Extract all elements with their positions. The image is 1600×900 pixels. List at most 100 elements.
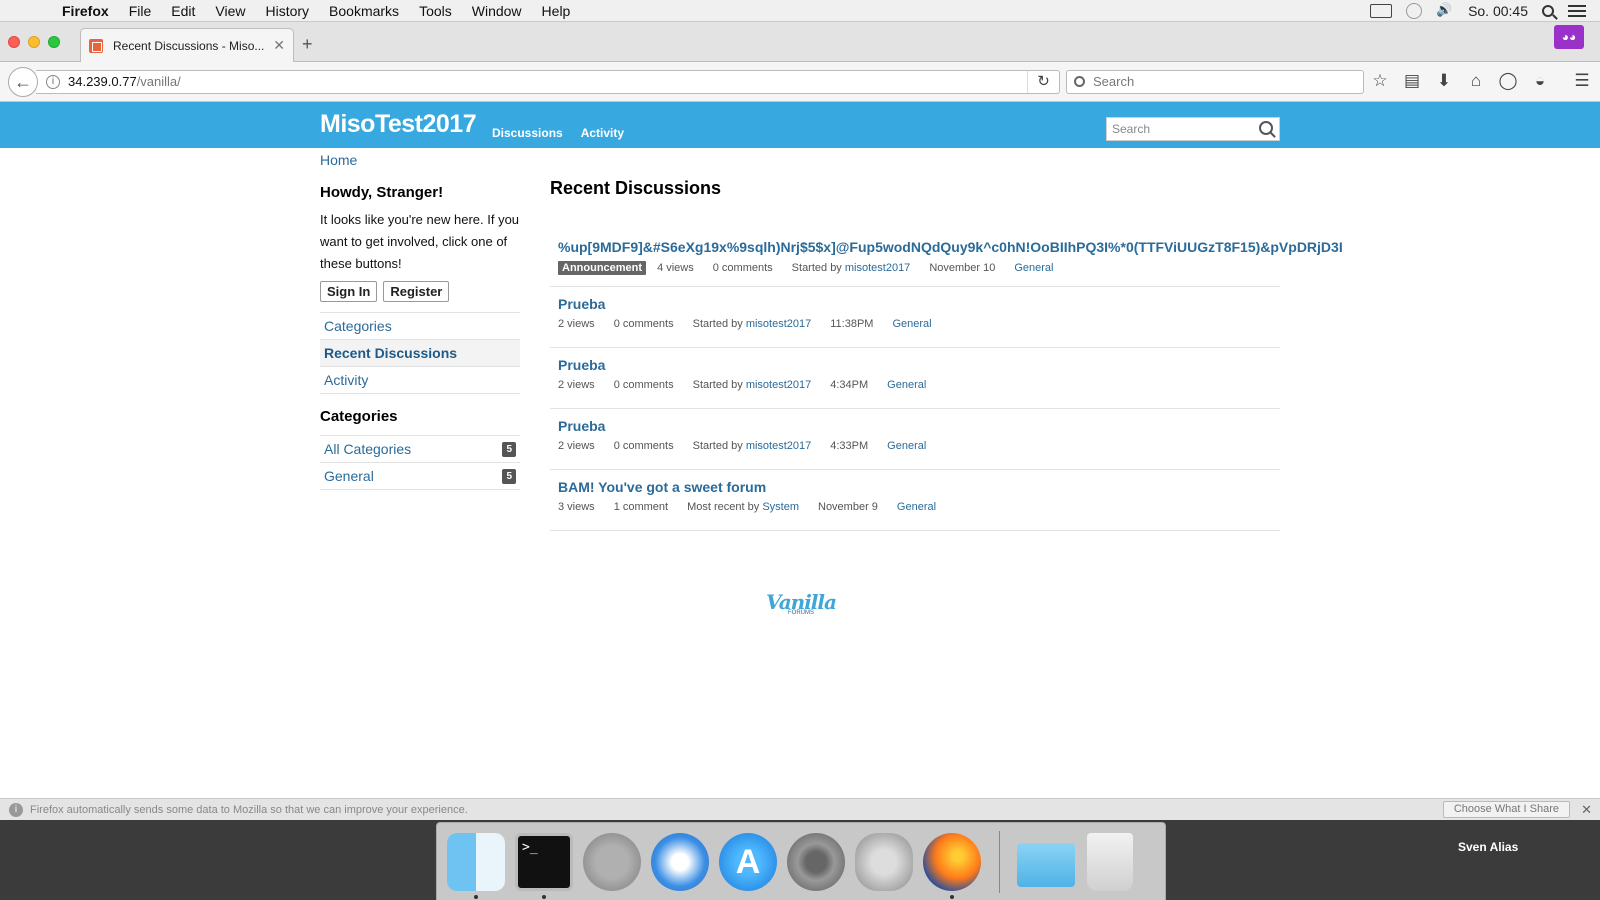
browser-navbar: i 34.239.0.77/vanilla/ ↻ ← Search ☆ ▤ ⬇ … [0,62,1600,102]
menubar-clock[interactable]: So. 00:45 [1468,3,1528,19]
launchpad-icon[interactable] [583,833,641,891]
browser-search-input[interactable]: Search [1066,70,1364,94]
discussion-title-link[interactable]: Prueba [558,409,1272,434]
data-reporting-notification: i Firefox automatically sends some data … [0,798,1600,820]
time-machine-icon[interactable] [1406,3,1423,19]
new-tab-button[interactable]: + [302,34,313,55]
spotlight-search-icon[interactable] [1542,5,1554,17]
sidebar-item-categories[interactable]: Categories [320,313,520,340]
window-minimize-button[interactable] [28,36,40,48]
category-link[interactable]: General [1014,262,1053,274]
vanilla-forums-logo[interactable]: Vanilla FORUMS [766,590,837,626]
site-info-icon[interactable]: i [46,75,60,89]
menu-edit[interactable]: Edit [161,3,205,19]
menu-file[interactable]: File [119,3,162,19]
window-zoom-button[interactable] [48,36,60,48]
menu-app-name[interactable]: Firefox [52,3,119,19]
menu-bookmarks[interactable]: Bookmarks [319,3,409,19]
tab-close-icon[interactable]: ✕ [273,37,285,54]
site-search-icon[interactable] [1259,121,1273,135]
discussion-title-link[interactable]: %up[9MDF9]&#S6eXg19x%9sqlh)Nrj$5$x]@Fup5… [558,239,1343,255]
category-count-badge: 5 [502,441,516,457]
browser-toolbar-icons: ☆ ▤ ⬇ ⌂ ◯ ◒ ☰ [1370,70,1592,92]
macos-menubar: Firefox File Edit View History Bookmarks… [0,0,1600,22]
category-link[interactable]: General [892,318,931,330]
menubar-status-area: So. 00:45 [1370,0,1600,22]
window-close-button[interactable] [8,36,20,48]
url-host: 34.239.0.77 [68,74,137,89]
page-title: Recent Discussions [550,178,722,198]
reading-list-icon[interactable]: ▤ [1402,70,1422,92]
site-search-input[interactable]: Search [1106,117,1280,141]
window-controls [8,36,60,48]
back-button[interactable]: ← [8,67,38,97]
sidebar-item-recent-discussions[interactable]: Recent Discussions [320,340,520,367]
category-all[interactable]: All Categories 5 [320,436,520,463]
discussion-date: November 10 [929,262,996,274]
notification-close-icon[interactable]: ✕ [1581,799,1592,821]
category-link[interactable]: General [887,440,926,452]
category-general[interactable]: General 5 [320,463,520,490]
nav-discussions[interactable]: Discussions [492,126,563,140]
site-title-link[interactable]: MisoTest2017 [320,110,477,139]
safari-icon[interactable] [651,833,709,891]
reload-icon[interactable]: ↻ [1027,71,1059,93]
author-link[interactable]: misotest2017 [746,379,811,391]
author-link[interactable]: misotest2017 [845,262,910,274]
sidebar: Howdy, Stranger! It looks like you're ne… [320,178,520,490]
bookmark-star-icon[interactable]: ☆ [1370,70,1390,92]
browser-tab-active[interactable]: Recent Discussions - Miso... ✕ [80,28,294,62]
firefox-icon[interactable] [923,833,981,891]
discussion-item: Prueba 2 views 0 comments Started by mis… [550,348,1280,409]
finder-icon[interactable] [447,833,505,891]
comment-count: 0 comments [613,440,674,452]
volume-icon[interactable] [1436,2,1454,18]
app-store-icon[interactable]: A [719,833,777,891]
sidebar-nav: Categories Recent Discussions Activity [320,312,520,394]
breadcrumb-home[interactable]: Home [320,152,357,168]
downloads-icon[interactable]: ⬇ [1434,70,1454,92]
discussion-date: 4:33PM [830,440,869,452]
menu-help[interactable]: Help [532,3,581,19]
nav-activity[interactable]: Activity [581,126,624,140]
category-link[interactable]: General [897,501,936,513]
sidebar-item-activity[interactable]: Activity [320,367,520,394]
started-by: Started by misotest2017 [692,318,812,330]
category-link[interactable]: General [887,379,926,391]
url-bar[interactable]: i 34.239.0.77/vanilla/ ↻ [36,70,1060,94]
home-icon[interactable]: ⌂ [1466,70,1486,92]
discussion-item: %up[9MDF9]&#S6eXg19x%9sqlh)Nrj$5$x]@Fup5… [550,239,1343,287]
started-by: Started by misotest2017 [791,262,911,274]
discussion-title-link[interactable]: Prueba [558,348,1272,373]
pocket-icon[interactable]: ◒ [1530,70,1550,92]
author-link[interactable]: System [762,501,799,513]
discussion-title-link[interactable]: BAM! You've got a sweet forum [558,470,1272,495]
folder-icon[interactable] [1017,843,1075,887]
terminal-icon[interactable]: >_ [515,833,573,891]
author-link[interactable]: misotest2017 [746,440,811,452]
view-count: 2 views [558,379,595,391]
chat-icon[interactable]: ◯ [1498,70,1518,92]
site-search-placeholder: Search [1112,122,1151,136]
hamburger-menu-icon[interactable]: ☰ [1572,70,1592,92]
author-link[interactable]: misotest2017 [746,318,811,330]
private-mask-icon[interactable]: ◕◕ [1554,25,1584,49]
started-by: Started by misotest2017 [692,440,812,452]
display-mirroring-icon[interactable] [1370,4,1393,18]
info-icon: i [9,803,23,817]
menu-history[interactable]: History [255,3,319,19]
automator-icon[interactable] [855,833,913,891]
notification-center-icon[interactable] [1568,5,1586,17]
discussion-date: 4:34PM [830,379,869,391]
category-count-badge: 5 [502,468,516,484]
menu-window[interactable]: Window [462,3,532,19]
menu-tools[interactable]: Tools [409,3,462,19]
discussion-title-link[interactable]: Prueba [558,287,1272,312]
trash-icon[interactable] [1087,833,1133,891]
desktop-item-label[interactable]: Sven Alias [1458,840,1518,854]
choose-what-i-share-button[interactable]: Choose What I Share [1442,801,1570,818]
sign-in-button[interactable]: Sign In [320,281,378,302]
system-preferences-icon[interactable] [787,833,845,891]
register-button[interactable]: Register [383,281,450,302]
menu-view[interactable]: View [205,3,255,19]
